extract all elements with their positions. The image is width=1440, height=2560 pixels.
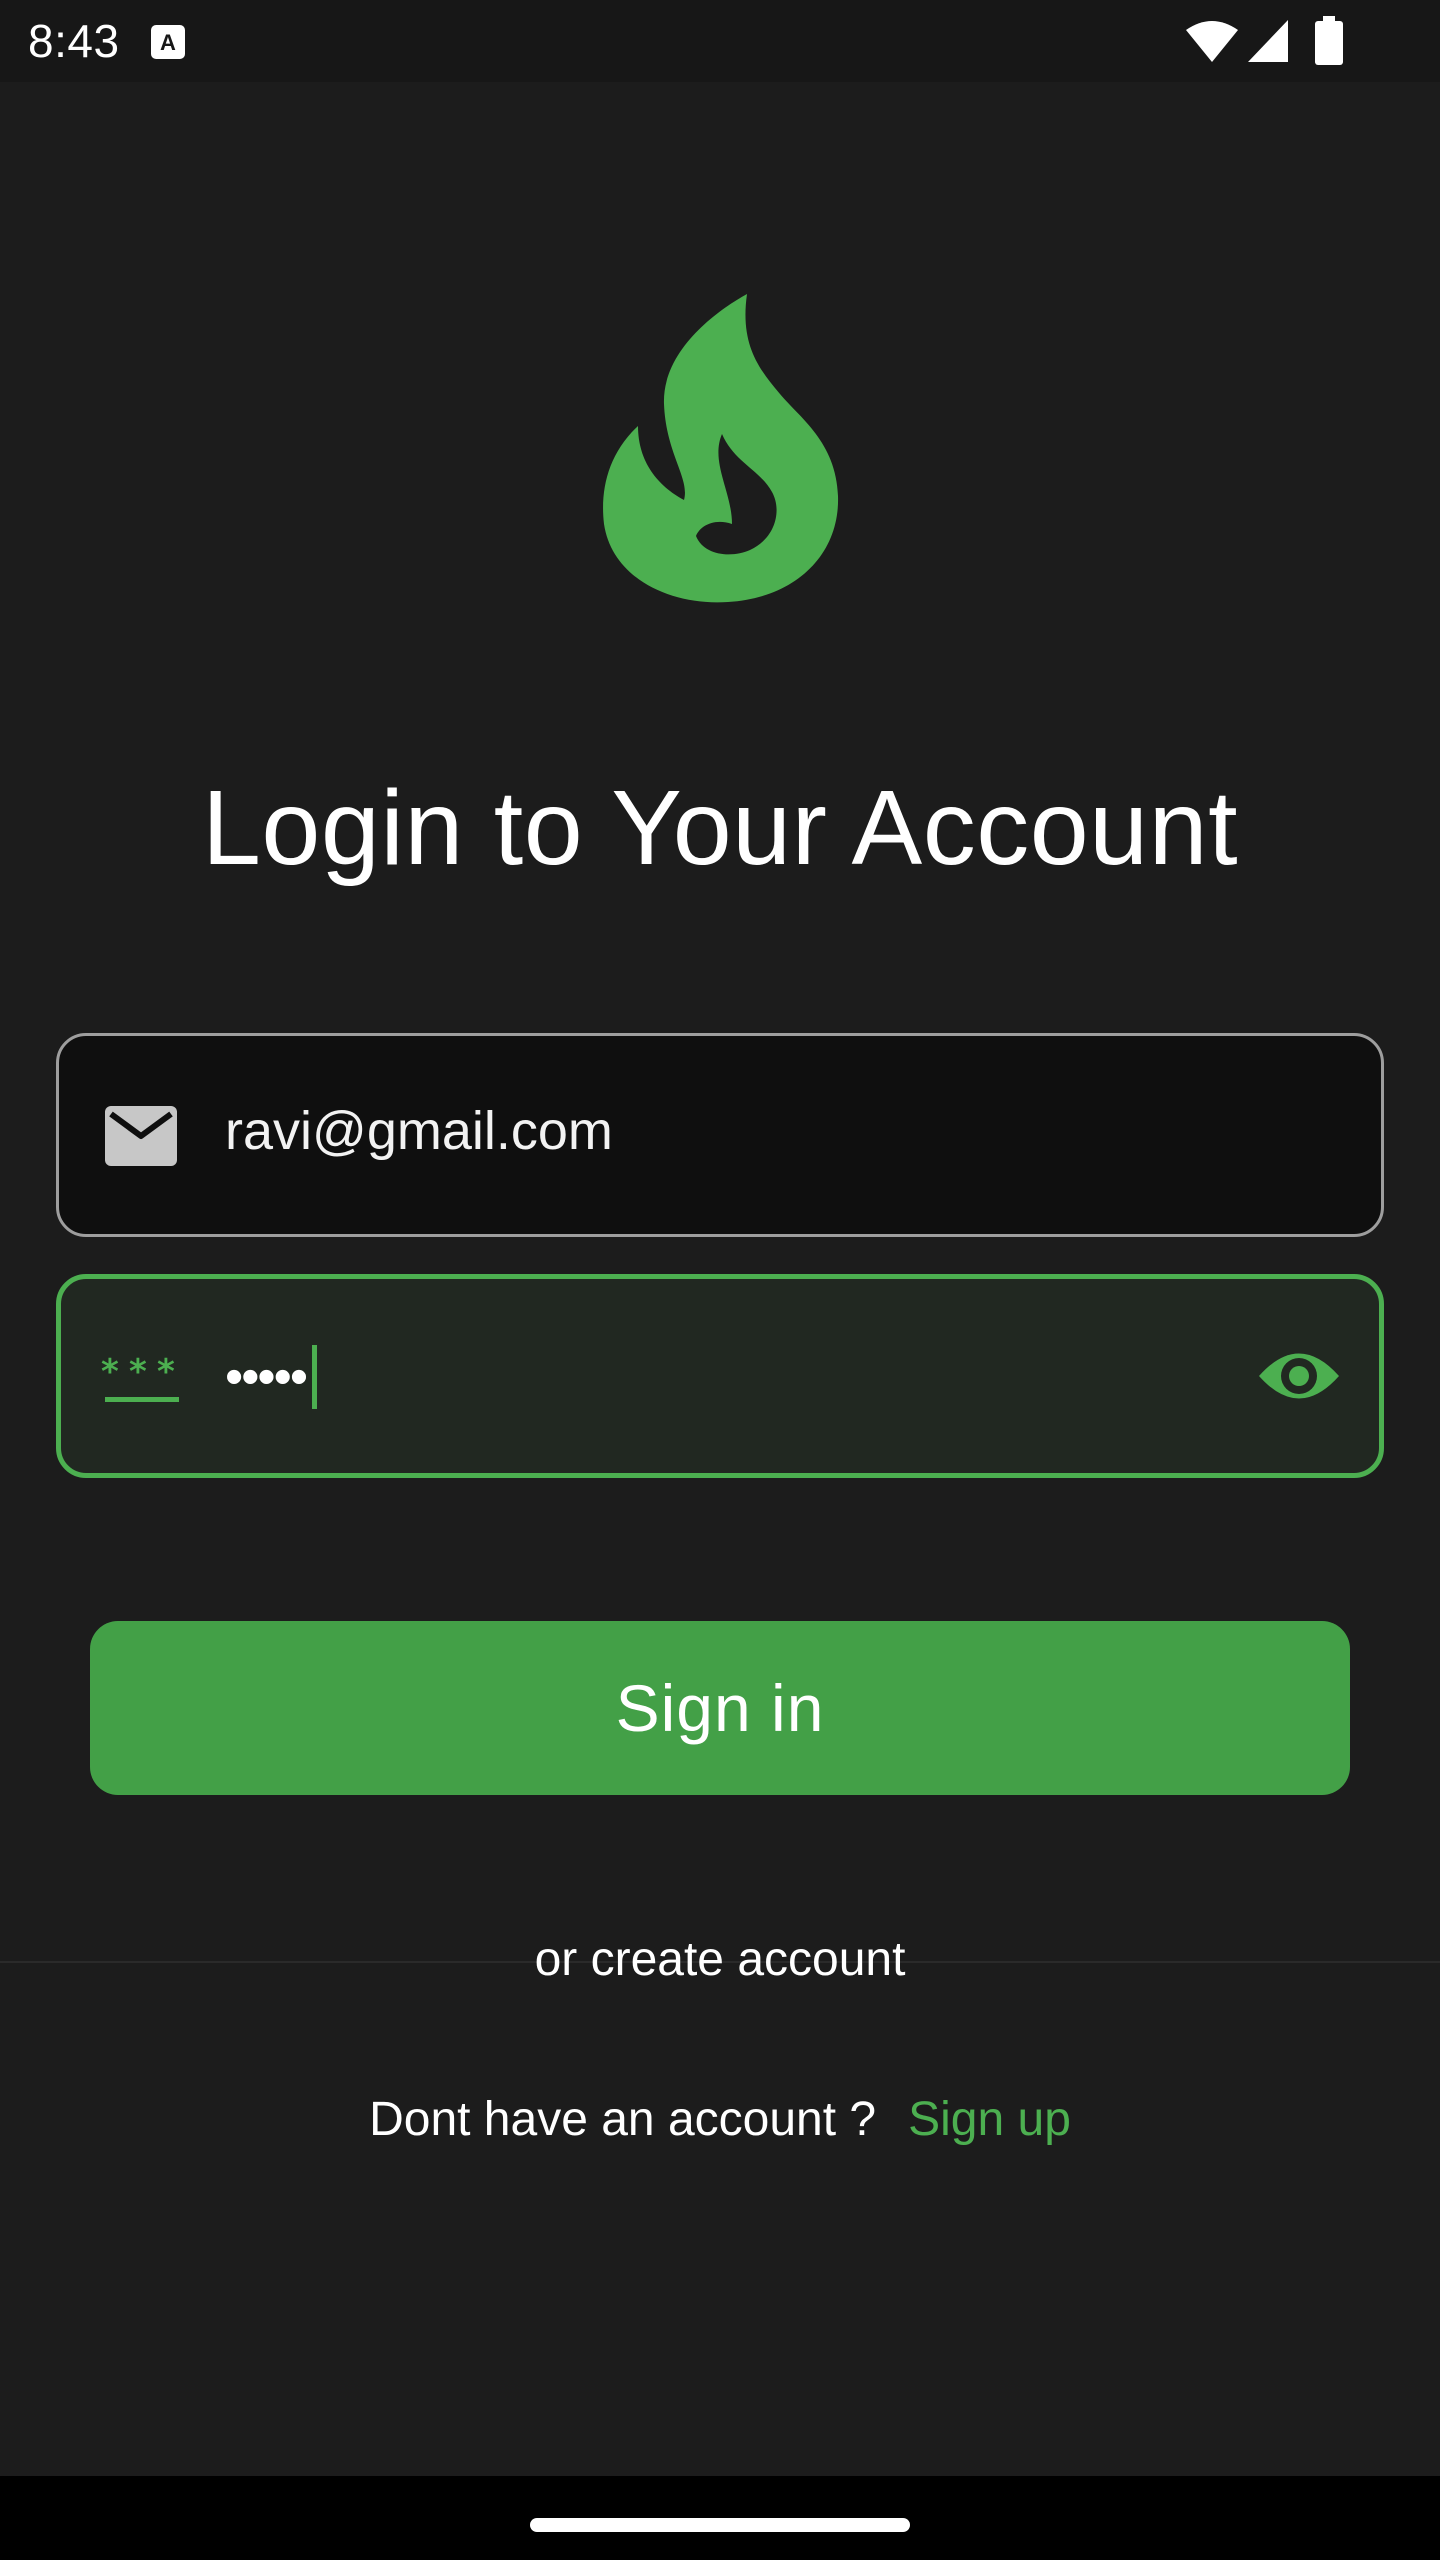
email-icon bbox=[105, 1106, 177, 1166]
email-value[interactable]: ravi@gmail.com bbox=[225, 1100, 613, 1162]
signup-row: Dont have an account ? Sign up bbox=[0, 2092, 1440, 2147]
status-time: 8:43 bbox=[28, 15, 120, 67]
signup-prompt: Dont have an account ? bbox=[369, 2093, 877, 2146]
eye-icon[interactable] bbox=[1257, 1345, 1341, 1407]
battery-icon bbox=[1315, 16, 1343, 65]
svg-text:*: * bbox=[101, 1353, 119, 1392]
status-bar: 8:43 A bbox=[0, 0, 1440, 82]
page-title: Login to Your Account bbox=[201, 769, 1239, 887]
keyboard-a-icon: A bbox=[151, 25, 185, 59]
signal-icon bbox=[1248, 20, 1288, 62]
or-create-account-text: or create account bbox=[534, 1933, 906, 1986]
svg-text:*: * bbox=[157, 1353, 175, 1392]
svg-text:A: A bbox=[160, 30, 176, 55]
password-field[interactable]: * * * ••••• bbox=[56, 1274, 1384, 1478]
svg-text:*: * bbox=[129, 1353, 147, 1392]
sign-up-link[interactable]: Sign up bbox=[908, 2093, 1071, 2146]
password-asterisk-icon: * * * bbox=[101, 1353, 179, 1402]
password-value[interactable]: ••••• bbox=[225, 1335, 318, 1419]
login-screen: 8:43 A Login to Your Account ravi@gmail.… bbox=[0, 0, 1440, 2560]
email-field[interactable]: ravi@gmail.com bbox=[56, 1033, 1384, 1237]
navigation-bar bbox=[0, 2476, 1440, 2560]
wifi-icon bbox=[1186, 21, 1238, 62]
home-indicator[interactable] bbox=[530, 2518, 910, 2532]
flame-logo-icon bbox=[603, 294, 839, 603]
sign-in-button[interactable]: Sign in bbox=[90, 1621, 1350, 1795]
text-caret bbox=[312, 1345, 318, 1409]
